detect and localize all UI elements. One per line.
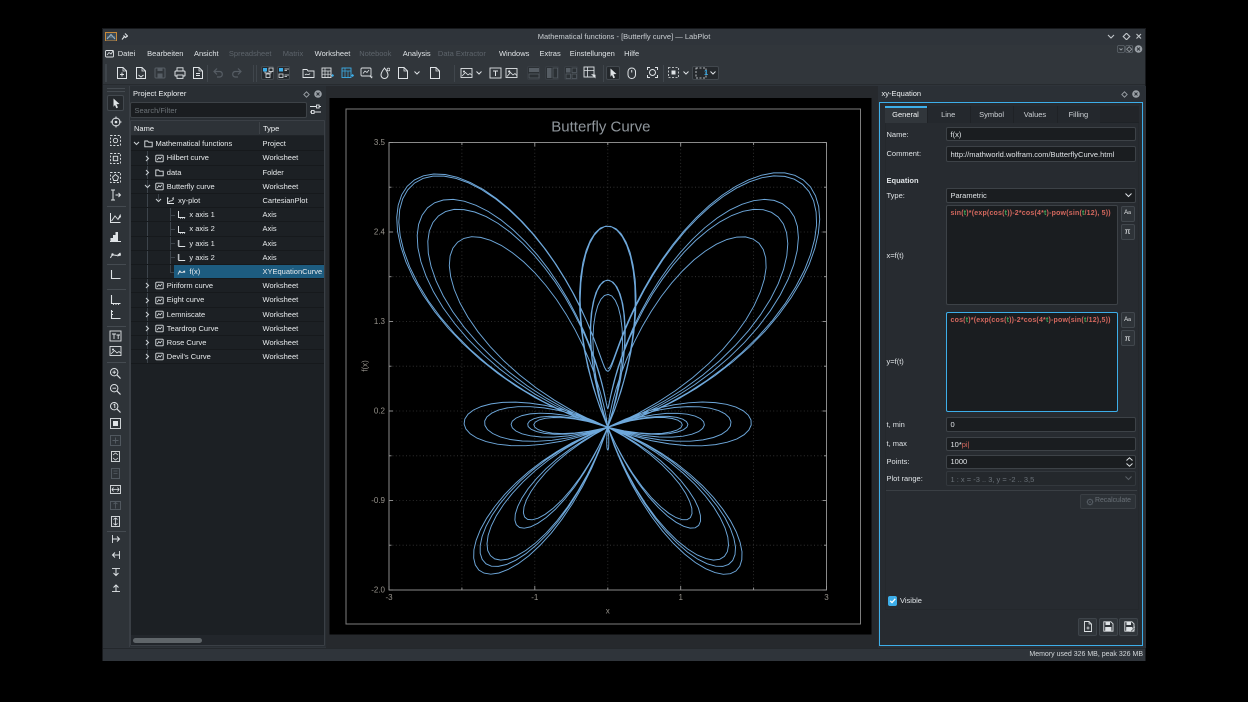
svg-text:1: 1 (678, 593, 683, 602)
svg-text:-2.0: -2.0 (371, 585, 385, 594)
svg-text:Butterfly Curve: Butterfly Curve (551, 119, 650, 136)
svg-text:-0.9: -0.9 (371, 496, 385, 505)
svg-text:2.4: 2.4 (374, 227, 386, 236)
svg-text:f(x): f(x) (361, 360, 370, 372)
svg-text:0.2: 0.2 (374, 406, 386, 415)
svg-text:-1: -1 (531, 593, 539, 602)
svg-text:1.3: 1.3 (374, 317, 386, 326)
svg-text:3: 3 (824, 593, 829, 602)
svg-text:x: x (606, 607, 610, 616)
svg-text:-3: -3 (385, 593, 393, 602)
svg-text:3.5: 3.5 (374, 138, 386, 147)
